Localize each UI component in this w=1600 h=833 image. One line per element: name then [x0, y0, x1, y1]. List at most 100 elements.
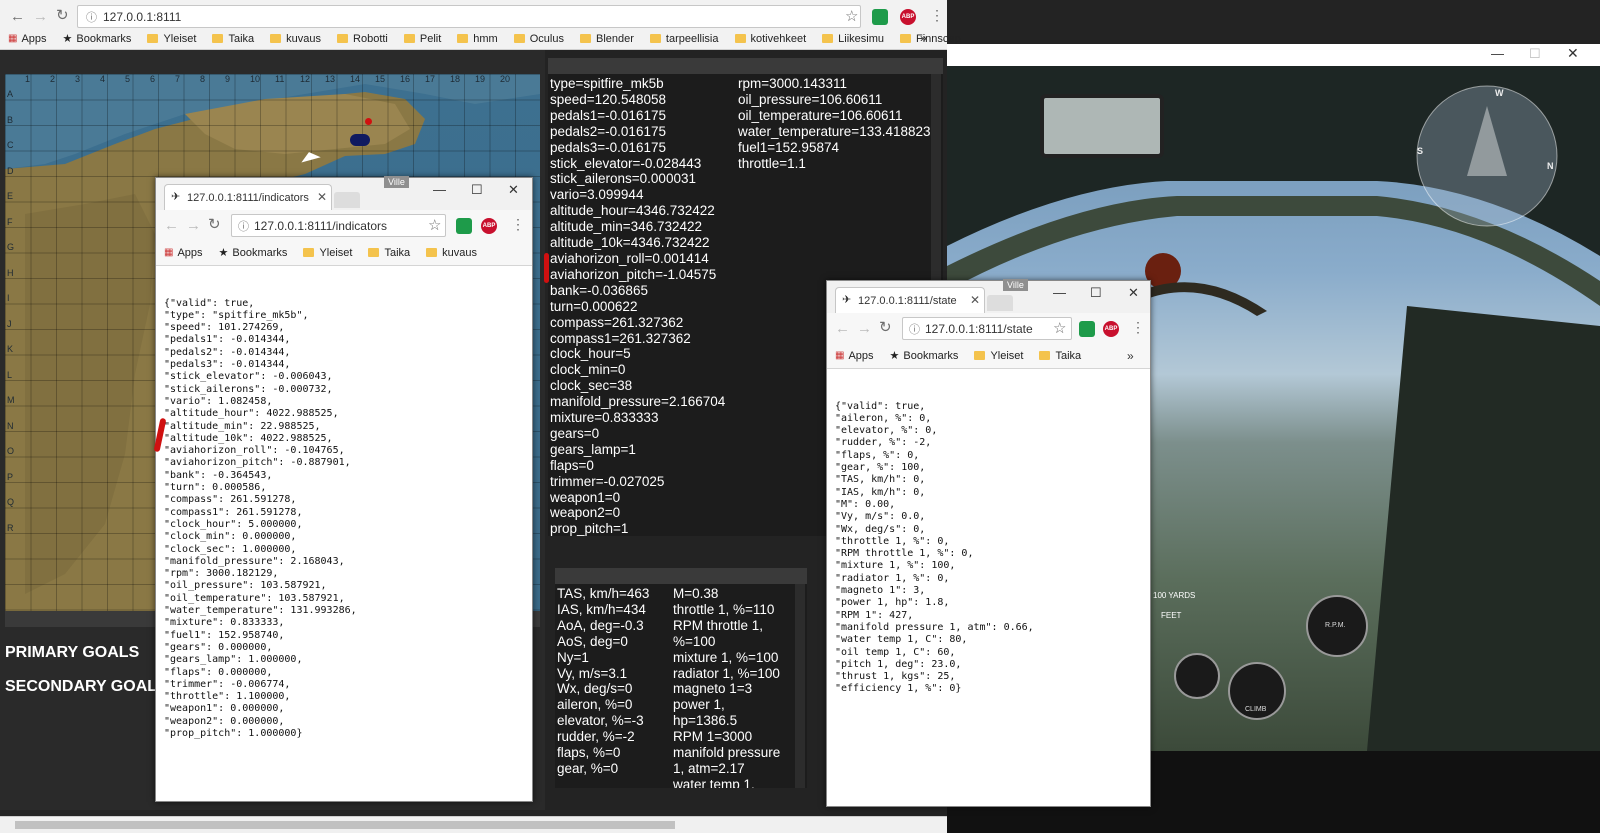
minimize-icon[interactable]: — [433, 182, 446, 197]
folder-icon [426, 248, 438, 257]
compass-letter-s: S [1417, 146, 1424, 156]
reload-icon[interactable]: ↻ [879, 320, 892, 335]
forward-icon[interactable]: → [33, 9, 48, 24]
main-bookmarks-bar: ▦ Apps ★ Bookmarks Yleiset Taika kuvaus Ro… [8, 32, 977, 46]
indicators-json: {"valid": true, "type": "spitfire_mk5b", "… [164, 297, 357, 739]
bookmark-apps[interactable]: ▦ Apps [835, 350, 874, 362]
folder-icon [974, 351, 986, 360]
bookmark-folder[interactable]: Taika [212, 33, 254, 45]
adblock-icon[interactable]: ABP [900, 9, 916, 25]
bookmark-star-icon[interactable]: ☆ [845, 7, 858, 25]
user-badge[interactable]: Ville [384, 176, 409, 188]
state-scrollbar[interactable] [795, 584, 805, 788]
bookmark-folder[interactable]: Yleiset [303, 247, 352, 259]
close-icon[interactable]: ✕ [508, 182, 519, 198]
bookmark-folder[interactable]: kuvaus [426, 247, 477, 259]
main-address-bar[interactable]: ⓘ 127.0.0.1:8111 [77, 5, 861, 28]
indicators-tab[interactable]: ✈ 127.0.0.1:8111/indicators ✕ [164, 184, 332, 210]
reload-icon[interactable]: ↻ [56, 8, 69, 23]
menu-icon[interactable]: ⋮ [511, 216, 525, 233]
extension-icon[interactable] [1079, 321, 1095, 337]
primary-goals-heading: PRIMARY GOALS [5, 644, 140, 661]
state-bookmarks-bar: ▦ Apps ★ Bookmarks Yleiset Taika [835, 349, 1097, 363]
info-icon[interactable]: ⓘ [86, 9, 97, 25]
back-icon[interactable]: ← [164, 218, 179, 233]
scrollbar-thumb[interactable] [15, 821, 675, 829]
state-address-bar[interactable]: ⓘ 127.0.0.1:8111/state [902, 317, 1072, 340]
folder-icon [457, 34, 469, 43]
bookmark-bookmarks[interactable]: ★ Bookmarks [890, 349, 959, 363]
back-icon[interactable]: ← [10, 9, 25, 24]
roll-marker-right [544, 253, 549, 283]
user-badge[interactable]: Ville [1003, 279, 1028, 291]
new-tab-button[interactable] [987, 295, 1013, 311]
minimize-icon[interactable]: — [1491, 46, 1504, 61]
folder-icon [1039, 351, 1051, 360]
maximize-icon[interactable]: ☐ [1090, 285, 1102, 301]
state-panel: TAS, km/h=463 IAS, km/h=434 AoA, deg=-0.3 A… [555, 584, 807, 788]
adblock-icon[interactable]: ABP [1103, 321, 1119, 337]
adblock-icon[interactable]: ABP [481, 218, 497, 234]
bookmark-star-icon[interactable]: ☆ [428, 216, 441, 234]
map-column-labels: 1 2 3 4 5 6 7 8 9 10 11 12 13 14 15 16 17 18 19 20 [25, 74, 511, 84]
extension-icon[interactable] [456, 218, 472, 234]
minimize-icon[interactable]: — [1053, 285, 1066, 300]
close-icon[interactable]: ✕ [1128, 285, 1139, 301]
bookmark-bookmarks[interactable]: ★ Bookmarks [219, 246, 288, 260]
indicators-list-left: type=spitfire_mk5b speed=120.548058 pedals… [550, 76, 726, 537]
bookmark-folder[interactable]: Taika [368, 247, 410, 259]
bookmark-folder[interactable]: tarpeellisia [649, 33, 719, 45]
bookmark-apps[interactable]: ▦ Apps [8, 33, 47, 45]
indicators-address-bar[interactable]: ⓘ 127.0.0.1:8111/indicators [231, 214, 446, 237]
state-tab[interactable]: ✈ 127.0.0.1:8111/state ✕ [835, 287, 985, 313]
bookmark-folder[interactable]: Oculus [513, 33, 564, 45]
maximize-icon[interactable]: ☐ [1529, 46, 1541, 62]
bookmark-star-icon[interactable]: ☆ [1053, 319, 1066, 337]
close-icon[interactable]: ✕ [1567, 45, 1579, 62]
folder-icon [734, 34, 746, 43]
map-row-labels: ABCDEFGHIJKLMNOPQR [7, 89, 15, 533]
star-icon: ★ [62, 33, 73, 45]
menu-icon[interactable]: ⋮ [930, 7, 944, 24]
bookmark-folder[interactable]: Blender [579, 33, 634, 45]
forward-icon[interactable]: → [857, 321, 872, 336]
main-horizontal-scrollbar[interactable] [0, 816, 947, 833]
tab-close-icon[interactable]: ✕ [970, 293, 980, 307]
bookmark-folder[interactable]: Liikesimu [822, 33, 884, 45]
folder-icon [649, 34, 661, 43]
folder-icon [513, 34, 525, 43]
menu-icon[interactable]: ⋮ [1131, 319, 1145, 336]
bookmark-bookmarks[interactable]: ★ Bookmarks [62, 32, 132, 46]
bookmark-folder[interactable]: Yleiset [147, 33, 196, 45]
bookmark-folder[interactable]: kotivehkeet [734, 33, 806, 45]
state-panel-header [555, 568, 807, 584]
forward-icon[interactable]: → [186, 218, 201, 233]
bookmark-folder[interactable]: Pelit [403, 33, 441, 45]
state-window: ✈ 127.0.0.1:8111/state ✕ Ville — ☐ ✕ ← →… [826, 279, 1151, 807]
indicators-list-right: rpm=3000.143311 oil_pressure=106.60611 oil… [738, 76, 931, 171]
info-icon: ⓘ [238, 220, 249, 233]
folder-icon [403, 34, 415, 43]
apps-icon: ▦ [8, 33, 18, 44]
extension-icon[interactable] [872, 9, 888, 25]
tab-close-icon[interactable]: ✕ [317, 190, 327, 204]
plane-favicon-icon: ✈ [842, 294, 852, 306]
new-tab-button[interactable] [334, 192, 360, 208]
main-url-text: 127.0.0.1:8111 [103, 9, 182, 24]
reload-icon[interactable]: ↻ [208, 217, 221, 232]
state-json: {"valid": true, "aileron, %": 0, "elevator… [835, 400, 1034, 695]
bookmark-folder[interactable]: kuvaus [270, 33, 321, 45]
bookmark-apps[interactable]: ▦ Apps [164, 247, 203, 259]
back-icon[interactable]: ← [835, 321, 850, 336]
bookmark-folder[interactable]: Taika [1039, 350, 1081, 362]
folder-icon [270, 34, 282, 43]
bookmarks-more-icon[interactable]: » [1127, 349, 1134, 363]
bookmark-folder[interactable]: Finnscep [900, 33, 961, 45]
maximize-icon[interactable]: ☐ [471, 182, 483, 198]
bookmarks-more-icon[interactable]: » [920, 31, 927, 45]
indicators-window-titlebar: ✈ 127.0.0.1:8111/indicators ✕ Ville — ☐ … [156, 176, 532, 210]
bookmark-folder[interactable]: hmm [457, 33, 498, 45]
bookmark-folder[interactable]: Yleiset [974, 350, 1023, 362]
info-icon: ⓘ [909, 323, 920, 336]
bookmark-folder[interactable]: Robotti [337, 33, 388, 45]
